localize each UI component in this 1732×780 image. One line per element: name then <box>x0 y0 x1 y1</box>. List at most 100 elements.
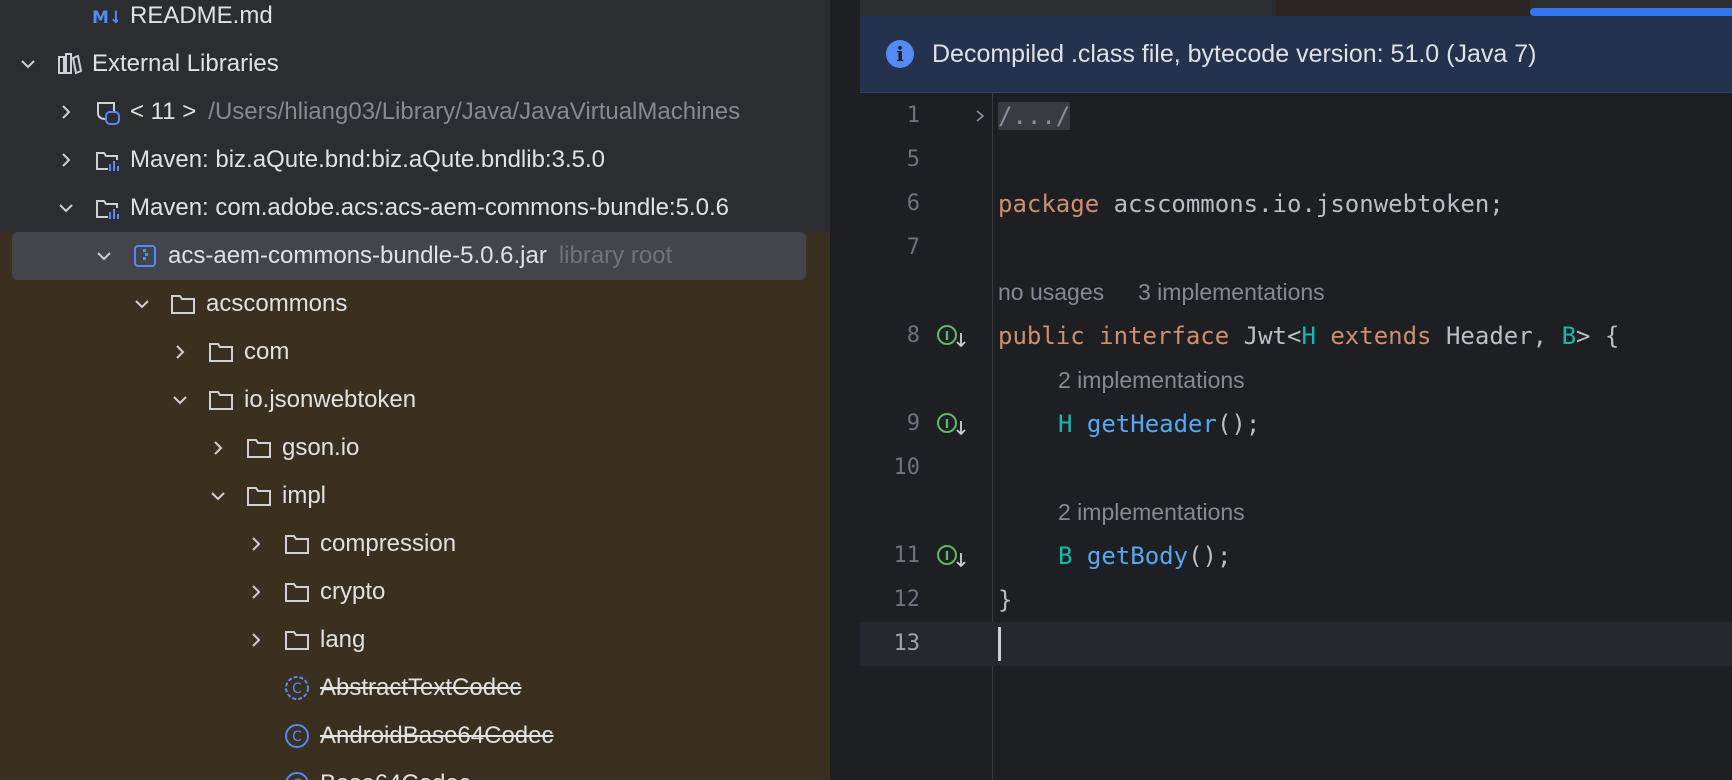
line-number: 13 <box>893 631 921 656</box>
folder-icon <box>247 439 271 458</box>
tree-item-label: acs-aem-commons-bundle-5.0.6.jar <box>168 242 547 269</box>
text-caret <box>998 627 1001 661</box>
no-usages-hint[interactable]: no usages <box>998 270 1104 314</box>
svg-text:I: I <box>945 329 949 343</box>
type-param-b: B <box>1561 322 1577 350</box>
banner-text: Decompiled .class file, bytecode version… <box>932 40 1537 68</box>
type-param-h: H <box>1301 322 1316 350</box>
method-getheader: getHeader <box>1086 410 1217 438</box>
tree-item-label: Maven: com.adobe.acs:acs-aem-commons-bun… <box>130 194 729 221</box>
chevron-down-icon[interactable] <box>56 198 76 218</box>
line-number: 10 <box>893 455 921 480</box>
folded-header[interactable]: /.../ <box>998 102 1071 130</box>
implementations-hint[interactable]: 2 implementations <box>1058 358 1245 402</box>
chevron-down-icon[interactable] <box>18 54 38 74</box>
chevron-down-icon[interactable] <box>94 246 114 266</box>
tree-item-lang[interactable]: lang <box>0 618 830 662</box>
tree-item-io-jsonwebtoken[interactable]: io.jsonwebtoken <box>0 378 830 422</box>
code-line-10: 10 <box>860 446 1732 490</box>
implemented-gutter-icon[interactable]: I <box>936 324 970 350</box>
tree-item-label: io.jsonwebtoken <box>244 386 417 413</box>
line-number: 9 <box>906 411 920 436</box>
svg-text:C: C <box>292 681 302 697</box>
method-getbody: getBody <box>1086 542 1189 570</box>
tree-item-impl[interactable]: impl <box>0 474 830 518</box>
tree-item-label: acscommons <box>206 290 348 317</box>
chevron-right-icon[interactable] <box>170 342 190 362</box>
code-line-12: 12 } <box>860 578 1732 622</box>
tree-item-gson-io[interactable]: gson.io <box>0 426 830 470</box>
chevron-right-icon[interactable] <box>56 150 76 170</box>
tree-item-readme[interactable]: M↓ README.md <box>0 0 830 38</box>
tree-item-jdk[interactable]: < 11 > /Users/hliang03/Library/Java/JavaV… <box>0 90 830 134</box>
tree-item-crypto[interactable]: crypto <box>0 570 830 614</box>
interface-name: Jwt< <box>1229 322 1302 350</box>
implementations-hint[interactable]: 3 implementations <box>1138 270 1325 314</box>
folder-icon <box>209 343 233 362</box>
method-parens: (); <box>1188 542 1232 570</box>
tree-item-abstracttextcodec[interactable]: C AbstractTextCodec <box>0 666 830 710</box>
return-type: B <box>1058 542 1073 570</box>
code-vision-row: 2 implementations <box>860 358 1732 402</box>
class-icon: C <box>285 772 309 780</box>
svg-text:M↓: M↓ <box>92 8 118 28</box>
maven-library-icon <box>96 152 119 172</box>
implemented-gutter-icon[interactable]: I <box>936 544 970 570</box>
code-line-8: 8 I public interface Jwt<H extends Heade… <box>860 314 1732 358</box>
decompiled-banner: i Decompiled .class file, bytecode versi… <box>860 16 1732 93</box>
method-parens: (); <box>1216 410 1261 438</box>
line-number: 12 <box>893 587 921 612</box>
code-line-6: 6 package acscommons.io.jsonwebtoken; <box>860 182 1732 226</box>
code-line-7: 7 <box>860 226 1732 270</box>
implemented-gutter-icon[interactable]: I <box>936 412 970 438</box>
keyword-extends: extends <box>1330 322 1432 350</box>
line-number: 6 <box>906 191 920 216</box>
keyword-package: package <box>998 190 1100 218</box>
jdk-icon <box>97 102 120 125</box>
folder-icon <box>209 391 233 410</box>
svg-text:I: I <box>945 417 949 431</box>
chevron-right-icon[interactable] <box>246 582 266 602</box>
folder-icon <box>247 487 271 506</box>
svg-text:I: I <box>945 549 949 563</box>
fold-expand-icon[interactable] <box>972 108 988 124</box>
line-number: 8 <box>906 323 920 348</box>
library-root-hint: library root <box>558 242 673 269</box>
code-editor[interactable]: i Decompiled .class file, bytecode versi… <box>860 0 1732 780</box>
line-number: 5 <box>906 147 920 172</box>
code-line-1: 1 /.../ <box>860 94 1732 138</box>
tree-item-label: crypto <box>320 578 386 605</box>
tree-item-maven-acs-aem-commons[interactable]: Maven: com.adobe.acs:acs-aem-commons-bun… <box>0 186 830 230</box>
tree-item-compression[interactable]: compression <box>0 522 830 566</box>
folder-icon <box>171 295 195 314</box>
chevron-right-icon[interactable] <box>56 102 76 122</box>
code-line-9: 9 I H getHeader(); <box>860 402 1732 446</box>
editor-tab[interactable] <box>1276 0 1530 16</box>
tree-item-external-libraries[interactable]: External Libraries <box>0 42 830 86</box>
chevron-down-icon[interactable] <box>208 486 228 506</box>
tree-item-label: com <box>244 338 290 365</box>
code-line-5: 5 <box>860 138 1732 182</box>
chevron-right-icon[interactable] <box>246 630 266 650</box>
chevron-right-icon[interactable] <box>208 438 228 458</box>
tree-item-base64codec[interactable]: C Base64Codec <box>0 762 830 780</box>
tree-item-androidbase64codec[interactable]: C AndroidBase64Codec <box>0 714 830 758</box>
chevron-down-icon[interactable] <box>170 390 190 410</box>
tree-item-acscommons[interactable]: acscommons <box>0 282 830 326</box>
code-vision-row: 2 implementations <box>860 490 1732 534</box>
tree-item-label: impl <box>282 482 327 509</box>
code-vision-row: no usages 3 implementations <box>860 270 1732 314</box>
tree-item-com[interactable]: com <box>0 330 830 374</box>
active-tab-indicator <box>1530 8 1732 16</box>
project-tree-panel: M↓ README.md External Libraries < 11 > /U… <box>0 0 830 780</box>
chevron-down-icon[interactable] <box>132 294 152 314</box>
line-number: 7 <box>906 235 920 260</box>
tree-item-jar[interactable]: acs-aem-commons-bundle-5.0.6.jar library … <box>0 234 830 278</box>
implementations-hint[interactable]: 2 implementations <box>1058 490 1245 534</box>
chevron-right-icon[interactable] <box>246 534 266 554</box>
jdk-path: /Users/hliang03/Library/Java/JavaVirtual… <box>208 98 741 125</box>
code-line-13: 13 <box>860 622 1732 666</box>
tree-item-label: Base64Codec <box>320 762 471 780</box>
code-line-11: 11 I B getBody(); <box>860 534 1732 578</box>
tree-item-maven-bndlib[interactable]: Maven: biz.aQute.bnd:biz.aQute.bndlib:3.… <box>0 138 830 182</box>
